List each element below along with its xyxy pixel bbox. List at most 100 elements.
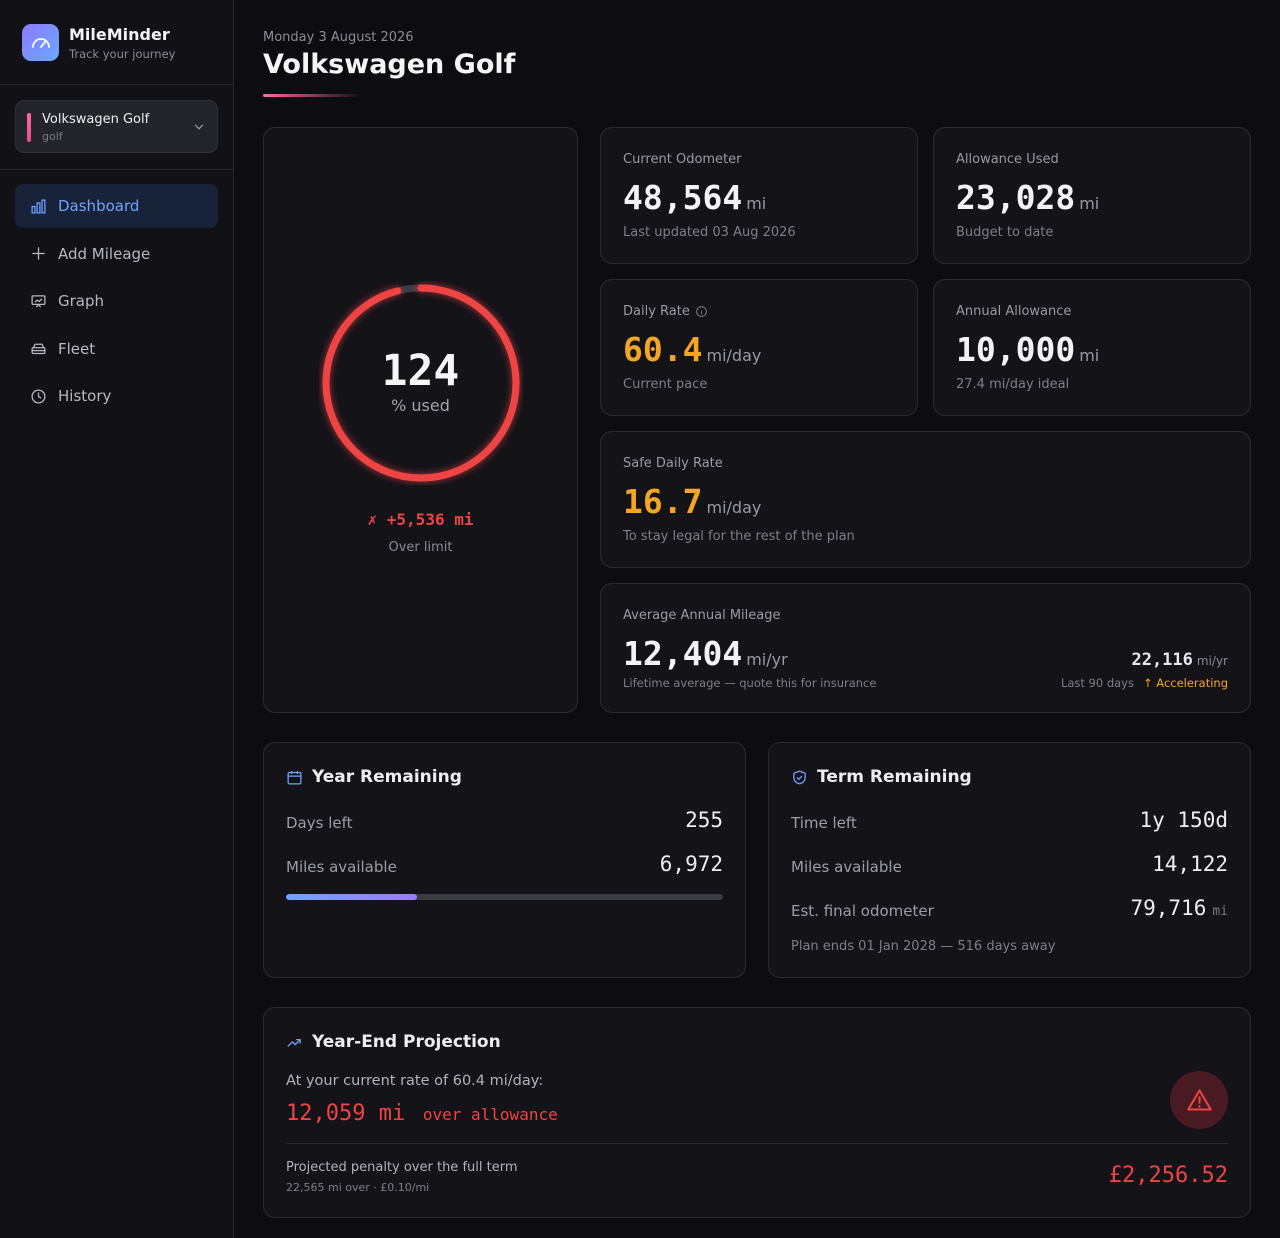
nav-label: History bbox=[58, 387, 112, 405]
brand[interactable]: MileMinder Track your journey bbox=[22, 24, 175, 61]
allowance-used-card: Allowance Used 23,028 mi Budget to date bbox=[933, 127, 1251, 264]
daily-rate-value: 60.4 mi/day bbox=[623, 330, 761, 369]
term-miles-value: 14,122 bbox=[1152, 852, 1228, 876]
final-odometer-unit: mi bbox=[1212, 904, 1228, 919]
sidebar: MileMinder Track your journey Volkswagen… bbox=[0, 0, 234, 1238]
info-icon[interactable] bbox=[695, 305, 708, 318]
nav-item-add-mileage[interactable]: Add Mileage bbox=[15, 232, 218, 276]
vehicle-selector[interactable]: Volkswagen Golf golf bbox=[15, 100, 218, 153]
final-odometer-label: Est. final odometer bbox=[791, 902, 934, 920]
odometer-label: Current Odometer bbox=[623, 152, 742, 167]
projection-divider bbox=[286, 1143, 1228, 1144]
time-left-value: 1y 150d bbox=[1139, 808, 1228, 832]
warning-badge bbox=[1170, 1071, 1228, 1129]
term-miles-label: Miles available bbox=[791, 858, 902, 876]
penalty-sub: 22,565 mi over · £0.10/mi bbox=[286, 1181, 430, 1194]
final-odometer-number: 79,716 bbox=[1130, 896, 1207, 920]
avg-annual-number: 12,404 bbox=[623, 634, 743, 673]
year-progress-fill bbox=[286, 894, 418, 900]
safe-daily-unit: mi/day bbox=[706, 498, 762, 517]
penalty-label: Projected penalty over the full term bbox=[286, 1160, 518, 1175]
chevron-down-icon bbox=[194, 124, 204, 130]
year-remaining-card: Year Remaining Days left 255 Miles avail… bbox=[263, 742, 746, 978]
term-remaining-title-row: Term Remaining bbox=[791, 767, 972, 787]
average-annual-mileage-card: Average Annual Mileage 12,404 mi/yr Lifet… bbox=[600, 583, 1251, 713]
annual-allowance-number: 10,000 bbox=[956, 330, 1076, 369]
main-nav: Dashboard Add Mileage Graph Fleet Histor… bbox=[15, 184, 218, 422]
vehicle-name: Volkswagen Golf bbox=[42, 112, 150, 127]
allowance-used-label: Allowance Used bbox=[956, 152, 1059, 167]
nav-item-history[interactable]: History bbox=[15, 374, 218, 418]
allowance-used-value: 23,028 mi bbox=[956, 178, 1099, 217]
projection-intro: At your current rate of 60.4 mi/day: bbox=[286, 1073, 544, 1089]
allowance-used-sub: Budget to date bbox=[956, 225, 1054, 240]
gauge-label: % used bbox=[391, 396, 450, 415]
page-date: Monday 3 August 2026 bbox=[263, 30, 414, 45]
over-limit-label: Over limit bbox=[388, 540, 453, 555]
gauge-value: 124 bbox=[381, 346, 460, 396]
days-left-value: 255 bbox=[685, 808, 723, 832]
time-left-label: Time left bbox=[791, 814, 857, 832]
penalty-value: £2,256.52 bbox=[1108, 1163, 1228, 1188]
projection-title: Year-End Projection bbox=[312, 1032, 501, 1052]
app-tagline: Track your journey bbox=[69, 46, 176, 61]
odometer-card: Current Odometer 48,564 mi Last updated 0… bbox=[600, 127, 918, 264]
projection-over-value: 12,059 mi bbox=[286, 1101, 406, 1126]
year-remaining-title-row: Year Remaining bbox=[286, 767, 462, 787]
usage-gauge-card: 124 % used ✗ +5,536 mi Over limit bbox=[263, 127, 578, 713]
recent-rate-number: 22,116 bbox=[1131, 650, 1193, 670]
daily-rate-label-row: Daily Rate bbox=[623, 304, 708, 319]
nav-item-dashboard[interactable]: Dashboard bbox=[15, 184, 218, 228]
safe-daily-sub: To stay legal for the rest of the plan bbox=[623, 529, 855, 544]
recent-rate-label: Last 90 days bbox=[1060, 676, 1134, 690]
term-remaining-title: Term Remaining bbox=[817, 767, 972, 787]
divider bbox=[0, 169, 233, 170]
projection-over-text: over allowance bbox=[422, 1105, 558, 1124]
year-miles-label: Miles available bbox=[286, 858, 397, 876]
calendar-icon bbox=[287, 770, 302, 785]
annual-allowance-value: 10,000 mi bbox=[956, 330, 1099, 369]
over-limit-value: ✗ +5,536 mi bbox=[367, 510, 474, 529]
nav-label: Add Mileage bbox=[58, 244, 151, 263]
avg-annual-unit: mi/yr bbox=[746, 650, 788, 669]
daily-rate-sub: Current pace bbox=[623, 377, 708, 392]
speedometer-icon bbox=[22, 24, 59, 61]
odometer-unit: mi bbox=[746, 194, 767, 213]
vehicle-sub: golf bbox=[42, 130, 63, 143]
daily-rate-unit: mi/day bbox=[706, 346, 762, 365]
odometer-number: 48,564 bbox=[623, 178, 743, 217]
projection-title-row: Year-End Projection bbox=[286, 1032, 501, 1052]
annual-allowance-sub: 27.4 mi/day ideal bbox=[956, 377, 1070, 392]
divider bbox=[0, 84, 233, 85]
car-icon bbox=[31, 343, 46, 355]
safe-daily-rate-card: Safe Daily Rate 16.7 mi/day To stay legal… bbox=[600, 431, 1251, 568]
plan-end-note: Plan ends 01 Jan 2028 — 516 days away bbox=[791, 939, 1056, 954]
page-title: Volkswagen Golf bbox=[263, 49, 516, 80]
year-remaining-title: Year Remaining bbox=[312, 767, 462, 787]
presentation-chart-icon bbox=[31, 294, 46, 308]
year-end-projection-card: Year-End Projection At your current rate… bbox=[263, 1007, 1251, 1218]
nav-label: Dashboard bbox=[58, 197, 140, 215]
trending-up-icon bbox=[287, 1038, 301, 1047]
daily-rate-label: Daily Rate bbox=[623, 304, 690, 319]
annual-allowance-unit: mi bbox=[1079, 346, 1100, 365]
recent-rate-value: 22,116 mi/yr bbox=[1131, 650, 1228, 670]
recent-rate-unit: mi/yr bbox=[1196, 654, 1228, 668]
allowance-used-number: 23,028 bbox=[956, 178, 1076, 217]
safe-daily-label: Safe Daily Rate bbox=[623, 456, 723, 471]
avg-annual-sub: Lifetime average — quote this for insura… bbox=[623, 676, 877, 690]
year-progress-bar bbox=[286, 894, 723, 900]
safe-daily-number: 16.7 bbox=[623, 482, 703, 521]
nav-item-fleet[interactable]: Fleet bbox=[15, 327, 218, 371]
annual-allowance-card: Annual Allowance 10,000 mi 27.4 mi/day id… bbox=[933, 279, 1251, 416]
nav-label: Graph bbox=[58, 292, 105, 310]
nav-item-graph[interactable]: Graph bbox=[15, 279, 218, 323]
final-odometer-value: 79,716 mi bbox=[1130, 896, 1228, 920]
days-left-label: Days left bbox=[286, 814, 353, 832]
projection-over-row: 12,059 mi over allowance bbox=[286, 1101, 558, 1126]
nav-label: Fleet bbox=[58, 339, 96, 358]
annual-allowance-label: Annual Allowance bbox=[956, 304, 1072, 319]
warning-triangle-icon bbox=[1186, 1088, 1212, 1111]
shield-check-icon bbox=[793, 769, 806, 785]
clock-icon bbox=[31, 388, 46, 404]
